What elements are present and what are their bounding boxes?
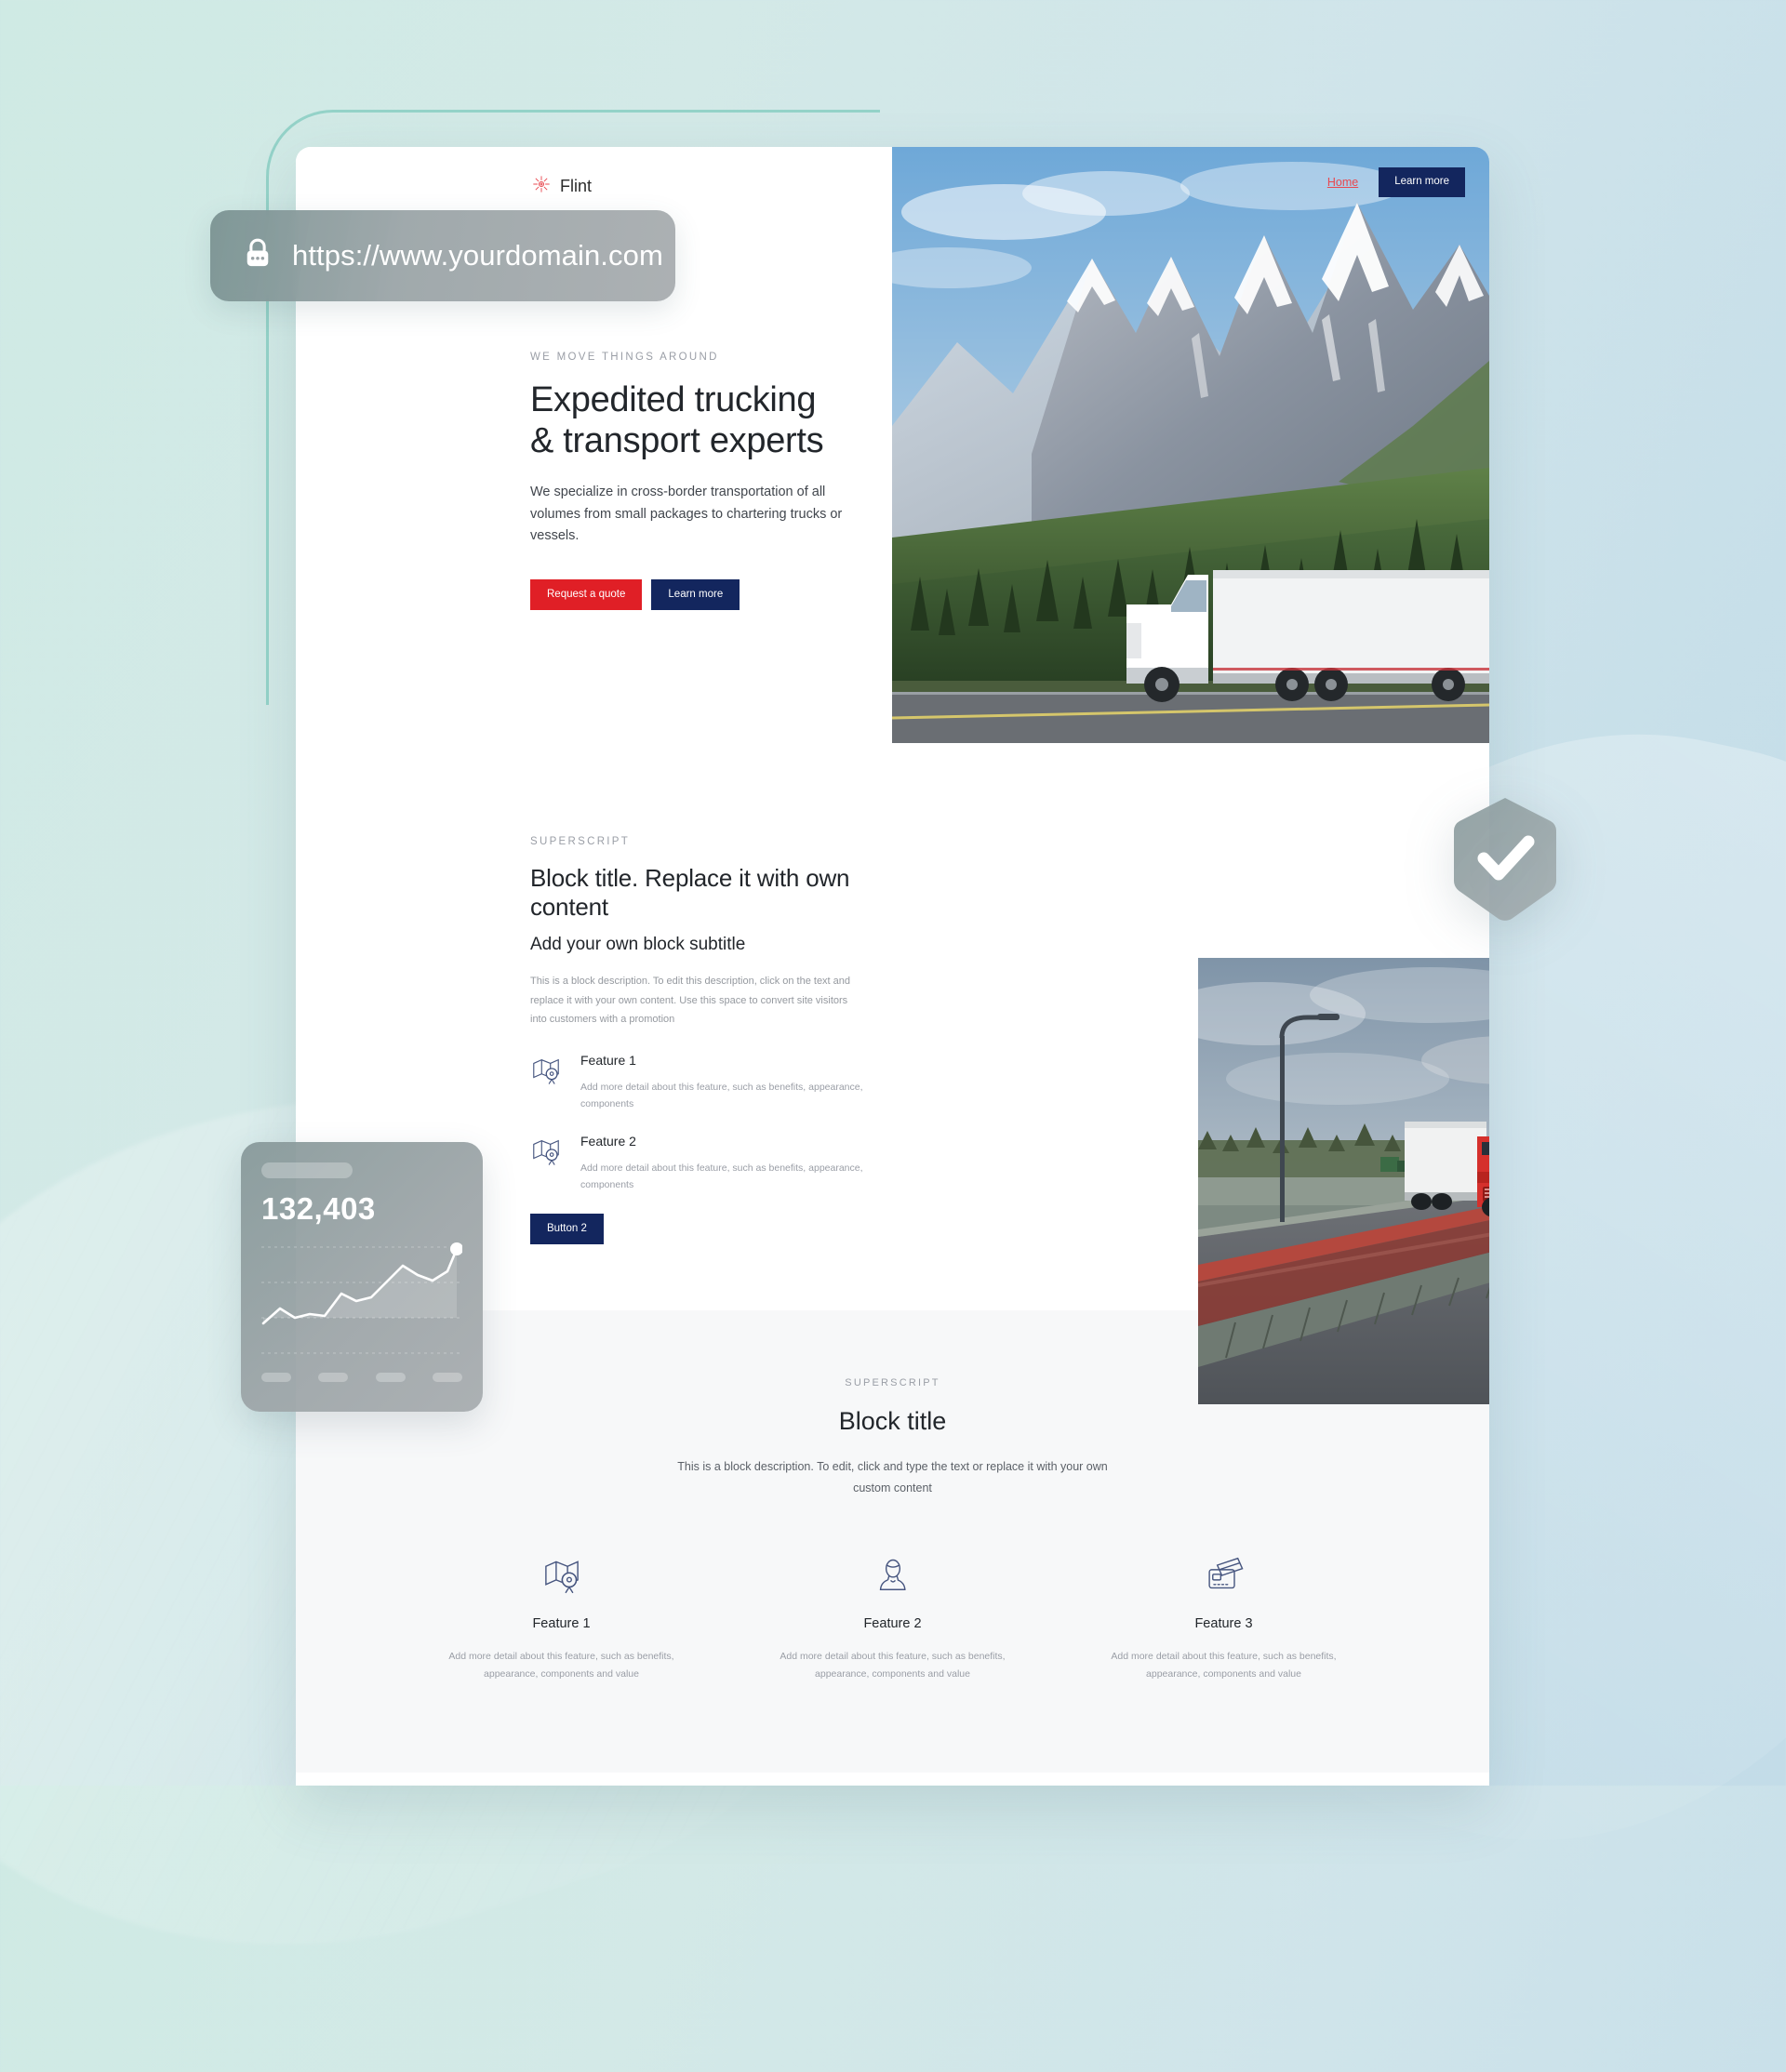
stats-title-placeholder: [261, 1162, 353, 1178]
content-block-text: SUPERSCRIPT Block title. Replace it with…: [530, 836, 865, 1245]
site-brand[interactable]: Flint: [532, 175, 592, 198]
person-icon: [767, 1553, 1019, 1598]
feature-card-text: Add more detail about this feature, such…: [780, 1651, 1006, 1680]
request-quote-button[interactable]: Request a quote: [530, 578, 643, 611]
browser-window-mockup: Flint WE MOVE THINGS AROUND Expedited tr…: [296, 147, 1489, 1786]
feature-card: Feature 3 Add more detail about this fea…: [1099, 1553, 1350, 1683]
cards-icon: [1099, 1553, 1350, 1598]
hero-title-line-2: & transport experts: [530, 421, 824, 461]
stats-line-chart: [261, 1240, 463, 1363]
block2-feature-item: Feature 2 Add more detail about this fea…: [530, 1134, 865, 1193]
block2-button-row: Button 2: [530, 1213, 865, 1245]
site-navigation: Home Learn more: [1327, 167, 1465, 197]
block2-eyebrow: SUPERSCRIPT: [530, 836, 631, 847]
block2-subtitle: Add your own block subtitle: [530, 935, 746, 955]
feature-title: Feature 1: [580, 1053, 636, 1069]
stats-footer-placeholders: [261, 1373, 462, 1382]
feature-card-title: Feature 3: [1194, 1616, 1253, 1632]
feature-text: Add more detail about this feature, such…: [580, 1082, 863, 1110]
brand-name: Flint: [560, 177, 593, 195]
block2-description: This is a block description. To edit thi…: [530, 976, 851, 1026]
stats-value: 132,403: [261, 1191, 376, 1226]
map-pin-icon: [530, 1134, 567, 1193]
stats-label-placeholder: [318, 1373, 349, 1382]
feature-card-text: Add more detail about this feature, such…: [448, 1651, 674, 1680]
stats-label-placeholder: [432, 1373, 462, 1382]
hero-title: Expedited trucking & transport experts: [530, 379, 865, 461]
feature-card-title: Feature 1: [532, 1616, 591, 1632]
features-description: This is a block description. To edit, cl…: [677, 1460, 1108, 1495]
features-title: Block title: [838, 1407, 947, 1435]
feature-card-title: Feature 2: [863, 1616, 922, 1632]
stats-label-placeholder: [261, 1373, 291, 1382]
map-pin-icon: [530, 1053, 567, 1112]
map-pin-icon: [436, 1553, 687, 1598]
hero-eyebrow: WE MOVE THINGS AROUND: [530, 352, 719, 363]
shield-check-icon: [1448, 798, 1562, 929]
block2-feature-item: Feature 1 Add more detail about this fea…: [530, 1053, 865, 1112]
hero-learn-more-button[interactable]: Learn more: [651, 578, 740, 611]
hero-button-row: Request a quote Learn more: [530, 578, 865, 611]
feature-card: Feature 1 Add more detail about this fea…: [436, 1553, 687, 1683]
hero-image-mountain-truck: [892, 147, 1489, 743]
lock-icon: [242, 236, 273, 276]
hero-copy: WE MOVE THINGS AROUND Expedited trucking…: [530, 352, 865, 611]
nav-learn-more-button[interactable]: Learn more: [1379, 167, 1465, 197]
features-grid: Feature 1 Add more detail about this fea…: [296, 1553, 1489, 1683]
feature-title: Feature 2: [580, 1133, 636, 1149]
stats-widget-card: 132,403: [241, 1142, 483, 1412]
trust-shield-badge: [1448, 795, 1562, 925]
url-address-pill[interactable]: https://www.yourdomain.com: [210, 210, 675, 301]
hero-title-line-1: Expedited trucking: [530, 380, 817, 419]
block2-title: Block title. Replace it with own content: [530, 864, 850, 922]
feature-text: Add more detail about this feature, such…: [580, 1162, 863, 1190]
feature-card-text: Add more detail about this feature, such…: [1111, 1651, 1337, 1680]
button-2[interactable]: Button 2: [530, 1213, 604, 1245]
content-block-image-red-truck: [1198, 958, 1489, 1404]
feature-card: Feature 2 Add more detail about this fea…: [767, 1553, 1019, 1683]
nav-link-home[interactable]: Home: [1327, 176, 1358, 189]
hero-subtitle: We specialize in cross-border transporta…: [530, 485, 843, 544]
stats-label-placeholder: [375, 1373, 406, 1382]
starburst-icon: [532, 175, 551, 198]
url-text: https://www.yourdomain.com: [292, 239, 663, 272]
